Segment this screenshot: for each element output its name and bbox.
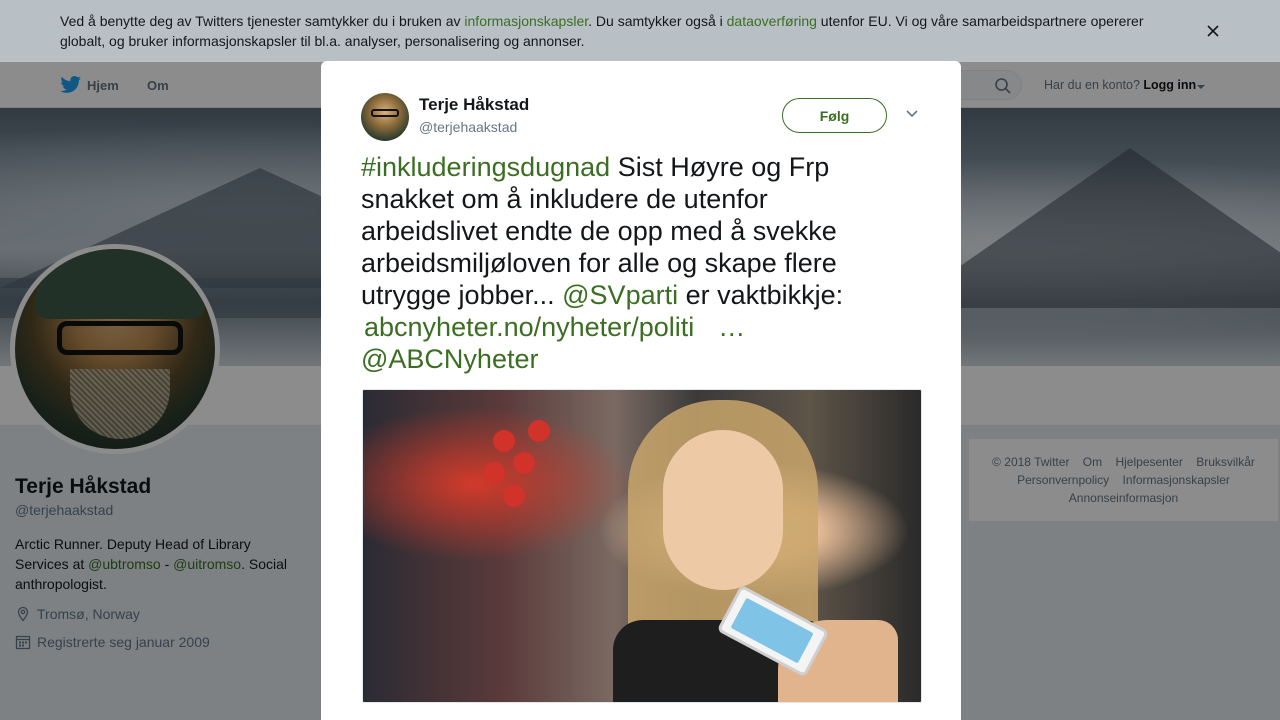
- author-name[interactable]: Terje Håkstad: [419, 95, 529, 115]
- author-avatar[interactable]: [361, 93, 409, 141]
- tweet-text: #inkluderingsdugnad Sist Høyre og Frp sn…: [361, 151, 901, 375]
- cookie-text-2: . Du samtykker også i: [588, 13, 727, 29]
- mention-svparti[interactable]: @SVparti: [562, 280, 678, 310]
- hashtag-link[interactable]: #inkluderingsdugnad: [361, 152, 610, 182]
- tweet-body-2: er vaktbikkje:: [678, 280, 844, 310]
- url-ellipsis: …: [718, 312, 746, 342]
- mention-abcnyheter[interactable]: @ABCNyheter: [361, 344, 538, 374]
- tweet-photo[interactable]: [362, 389, 922, 703]
- data-transfer-link[interactable]: dataoverføring: [727, 13, 817, 29]
- chevron-down-icon[interactable]: [905, 109, 919, 119]
- follow-button[interactable]: Følg: [782, 98, 887, 133]
- cookie-text: Ved å benytte deg av Twitters tjenester …: [60, 11, 1170, 51]
- author-handle[interactable]: @terjehaakstad: [419, 119, 517, 135]
- cookie-text-1: Ved å benytte deg av Twitters tjenester …: [60, 13, 465, 29]
- tweet-modal: Terje Håkstad @terjehaakstad Følg #inklu…: [321, 61, 961, 720]
- cookie-link[interactable]: informasjonskapsler: [464, 13, 588, 29]
- close-cookie-icon[interactable]: [1206, 24, 1220, 38]
- article-url-link[interactable]: abcnyheter.no/nyheter/politi: [364, 312, 694, 342]
- cookie-banner: Ved å benytte deg av Twitters tjenester …: [0, 0, 1280, 62]
